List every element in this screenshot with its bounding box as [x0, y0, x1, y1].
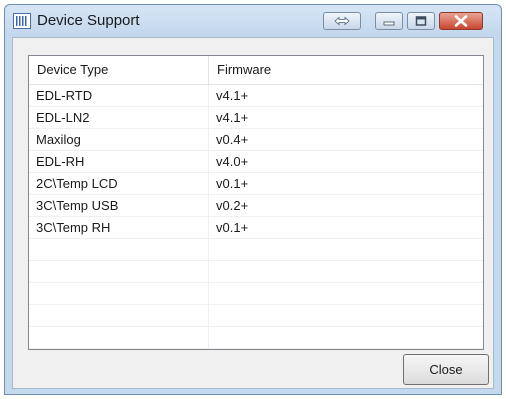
empty-cell	[29, 305, 209, 326]
empty-cell	[209, 305, 483, 326]
firmware-cell: v0.4+	[216, 132, 249, 147]
empty-cell	[29, 261, 209, 282]
window-close-button[interactable]	[439, 12, 483, 30]
firmware-cell: v4.1+	[216, 110, 249, 125]
device-type-cell: EDL-RH	[29, 151, 209, 172]
empty-row	[29, 261, 483, 283]
title-bar[interactable]: Device Support	[5, 5, 501, 37]
minimize-button[interactable]	[375, 12, 403, 30]
firmware-cell: v0.2+	[216, 198, 249, 213]
window-title: Device Support	[37, 12, 140, 29]
device-type-cell: EDL-RTD	[29, 85, 209, 106]
dialog-body: Device Type Firmware EDL-RTD v4.1+ EDL-L…	[12, 37, 494, 389]
grid-header-row: Device Type Firmware	[29, 56, 483, 85]
empty-cell	[209, 349, 484, 350]
device-type-cell: Maxilog	[29, 129, 209, 150]
device-support-window: Device Support Device Type Firmware EDL-…	[4, 4, 502, 395]
firmware-cell: v0.1+	[216, 220, 249, 235]
empty-row	[29, 327, 483, 349]
close-button[interactable]: Close	[403, 354, 489, 385]
empty-row	[29, 239, 483, 261]
firmware-cell: v4.0+	[216, 154, 249, 169]
table-row[interactable]: EDL-RTD v4.1+	[29, 85, 483, 107]
table-row[interactable]: 3C\Temp USB v0.2+	[29, 195, 483, 217]
firmware-cell: v0.1+	[216, 176, 249, 191]
table-row[interactable]: 2C\Temp LCD v0.1+	[29, 173, 483, 195]
empty-cell	[29, 327, 209, 348]
empty-cell	[29, 239, 209, 260]
empty-row	[29, 305, 483, 327]
device-type-cell: 2C\Temp LCD	[29, 173, 209, 194]
minimize-icon	[383, 21, 395, 26]
device-support-grid[interactable]: Device Type Firmware EDL-RTD v4.1+ EDL-L…	[28, 55, 484, 350]
empty-cell	[29, 349, 209, 350]
close-icon	[454, 15, 468, 27]
device-type-cell: EDL-LN2	[29, 107, 209, 128]
empty-cell	[209, 327, 483, 348]
table-row[interactable]: 3C\Temp RH v0.1+	[29, 217, 483, 239]
grid-rows: EDL-RTD v4.1+ EDL-LN2 v4.1+ Maxilog v0.4…	[29, 85, 483, 350]
column-header-device-type[interactable]: Device Type	[29, 56, 209, 84]
empty-row	[29, 349, 483, 350]
column-header-firmware[interactable]: Firmware	[209, 56, 483, 84]
maximize-icon	[415, 16, 427, 26]
maximize-button[interactable]	[407, 12, 435, 30]
resize-button[interactable]	[323, 12, 361, 30]
empty-cell	[209, 261, 483, 282]
device-bars-icon	[13, 13, 31, 29]
firmware-cell: v4.1+	[216, 88, 249, 103]
table-row[interactable]: Maxilog v0.4+	[29, 129, 483, 151]
table-row[interactable]: EDL-LN2 v4.1+	[29, 107, 483, 129]
table-row[interactable]: EDL-RH v4.0+	[29, 151, 483, 173]
double-arrow-icon	[334, 16, 350, 26]
device-type-cell: 3C\Temp USB	[29, 195, 209, 216]
device-type-cell: 3C\Temp RH	[29, 217, 209, 238]
empty-cell	[29, 283, 209, 304]
empty-cell	[209, 239, 483, 260]
empty-row	[29, 283, 483, 305]
empty-cell	[209, 283, 483, 304]
